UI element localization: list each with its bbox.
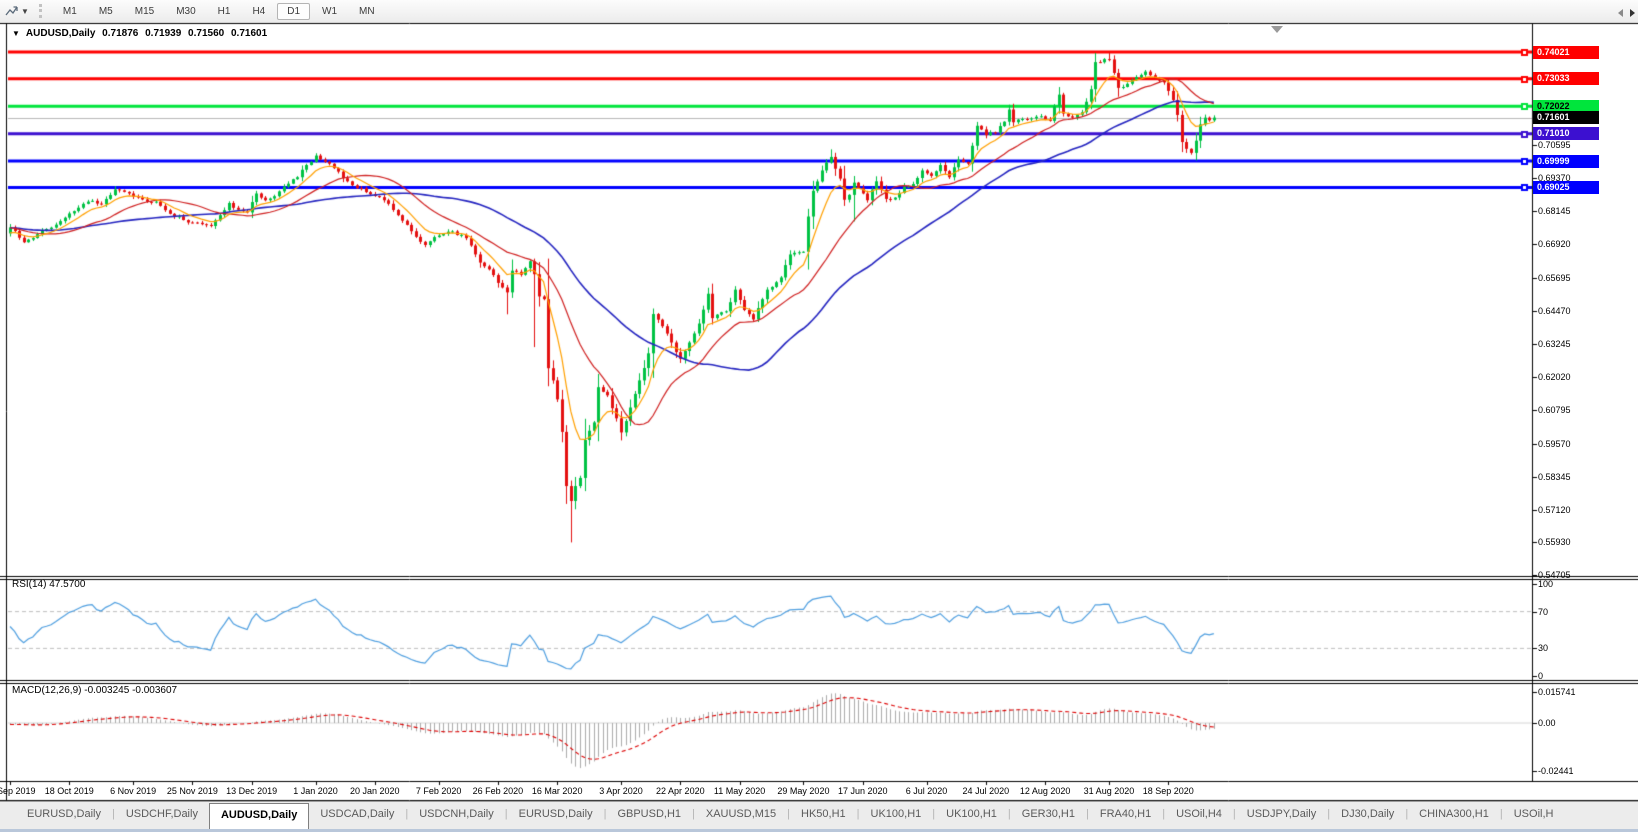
chart-tab-usdchf-daily[interactable]: USDCHF,Daily [115, 802, 209, 830]
ohlc-open: 0.71876 [102, 28, 138, 39]
chart-title: ▼ AUDUSD,Daily 0.71876 0.71939 0.71560 0.… [12, 28, 271, 39]
chart-tab-audusd-daily[interactable]: AUDUSD,Daily [209, 803, 309, 830]
chevron-down-icon[interactable]: ▼ [21, 7, 29, 16]
x-axis-date-label: 11 May 2020 [714, 786, 765, 796]
x-axis-date-label: 25 Nov 2019 [167, 786, 218, 796]
x-axis-date-label: 6 Jul 2020 [906, 786, 948, 796]
rsi-axis-label: 100 [1538, 579, 1553, 589]
rsi-axis-label: 30 [1538, 643, 1548, 653]
y-axis-label: 0.63245 [1538, 339, 1571, 349]
ohlc-close: 0.71601 [231, 28, 267, 39]
chart-tab-uk100-h1[interactable]: UK100,H1 [935, 802, 1008, 830]
chart-shift-marker[interactable] [1271, 26, 1283, 33]
hline-price-tag: 0.73033 [1533, 72, 1599, 85]
x-axis-date-label: 17 Jun 2020 [838, 786, 888, 796]
tab-scroll-left-icon[interactable] [1618, 9, 1623, 17]
chart-tab-usdcad-daily[interactable]: USDCAD,Daily [309, 802, 405, 830]
x-axis-date-label: 26 Feb 2020 [473, 786, 524, 796]
x-axis-date-label: 16 Mar 2020 [532, 786, 583, 796]
chart-symbol: AUDUSD,Daily [26, 28, 95, 39]
x-axis-date-label: 24 Jul 2020 [963, 786, 1010, 796]
trading-terminal: { "toolbar": { "timeframes": [ {"label":… [0, 0, 1638, 832]
hline-price-tag: 0.71010 [1533, 127, 1599, 140]
chart-tab-eurusd-daily[interactable]: EURUSD,Daily [16, 802, 112, 830]
timeframe-button-mn[interactable]: MN [349, 3, 385, 20]
chart-tab-eurusd-daily[interactable]: EURUSD,Daily [508, 802, 604, 830]
current-price-tag: 0.71601 [1533, 111, 1599, 124]
rsi-axis-label: 70 [1538, 607, 1548, 617]
macd-axis-label: -0.02441 [1538, 766, 1574, 776]
x-axis-date-label: 29 May 2020 [777, 786, 829, 796]
timeframe-button-h1[interactable]: H1 [208, 3, 241, 20]
timeframe-button-m1[interactable]: M1 [53, 3, 87, 20]
x-axis-date-label: 30 Sep 2019 [0, 786, 36, 796]
chart-tab-hk50-h1[interactable]: HK50,H1 [790, 802, 857, 830]
timeframe-toolbar: ▼ M1M5M15M30H1H4D1W1MN [0, 0, 1638, 23]
hline-price-tag: 0.69025 [1533, 181, 1599, 194]
y-axis-label: 0.70595 [1538, 140, 1571, 150]
x-axis-date-label: 13 Dec 2019 [226, 786, 277, 796]
x-axis-date-label: 18 Sep 2020 [1143, 786, 1194, 796]
y-axis-label: 0.62020 [1538, 372, 1571, 382]
x-axis-date-label: 22 Apr 2020 [656, 786, 705, 796]
chart-tab-china300-h1[interactable]: CHINA300,H1 [1408, 802, 1500, 830]
x-axis-date-label: 18 Oct 2019 [45, 786, 94, 796]
rsi-axis-label: 0 [1538, 671, 1543, 681]
hline-price-tag: 0.74021 [1533, 46, 1599, 59]
rsi-indicator-label: RSI(14) 47.5700 [12, 579, 85, 590]
y-axis-label: 0.65695 [1538, 273, 1571, 283]
y-axis-label: 0.68145 [1538, 206, 1571, 216]
y-axis-label: 0.57120 [1538, 505, 1571, 515]
x-axis-date-label: 7 Feb 2020 [416, 786, 462, 796]
chart-tab-uk100-h1[interactable]: UK100,H1 [860, 802, 933, 830]
x-axis-date-label: 6 Nov 2019 [110, 786, 156, 796]
chart-tab-usoil-h[interactable]: USOil,H [1503, 802, 1565, 830]
x-axis-date-label: 31 Aug 2020 [1084, 786, 1135, 796]
timeframe-button-m15[interactable]: M15 [125, 3, 164, 20]
timeframe-button-m30[interactable]: M30 [166, 3, 205, 20]
y-axis-label: 0.64470 [1538, 306, 1571, 316]
timeframe-button-w1[interactable]: W1 [312, 3, 347, 20]
x-axis-date-label: 12 Aug 2020 [1020, 786, 1071, 796]
ohlc-high: 0.71939 [145, 28, 181, 39]
chart-tab-usdcnh-daily[interactable]: USDCNH,Daily [408, 802, 505, 830]
macd-indicator-label: MACD(12,26,9) -0.003245 -0.003607 [12, 685, 177, 696]
x-axis-date-label: 20 Jan 2020 [350, 786, 400, 796]
y-axis-label: 0.59570 [1538, 439, 1571, 449]
x-axis-date-label: 1 Jan 2020 [293, 786, 338, 796]
y-axis-label: 0.66920 [1538, 239, 1571, 249]
y-axis-label: 0.60795 [1538, 405, 1571, 415]
timeframe-button-h4[interactable]: H4 [242, 3, 275, 20]
tab-scroll-right-icon[interactable] [1630, 9, 1635, 17]
y-axis-label: 0.55930 [1538, 537, 1571, 547]
chart-tab-ger30-h1[interactable]: GER30,H1 [1011, 802, 1086, 830]
macd-axis-label: 0.00 [1538, 718, 1556, 728]
chart-tab-gbpusd-h1[interactable]: GBPUSD,H1 [606, 802, 692, 830]
chart-tabs: EURUSD,Daily|USDCHF,DailyAUDUSD,DailyUSD… [16, 802, 1564, 830]
chart-tab-dj30-daily[interactable]: DJ30,Daily [1330, 802, 1405, 830]
macd-axis-label: 0.015741 [1538, 687, 1576, 697]
chart-collapse-icon[interactable]: ▼ [12, 29, 20, 38]
chart-tab-fra40-h1[interactable]: FRA40,H1 [1089, 802, 1162, 830]
hline-price-tag: 0.69999 [1533, 155, 1599, 168]
price-chart-canvas[interactable] [0, 0, 1638, 832]
y-axis-label: 0.58345 [1538, 472, 1571, 482]
price-line-arrow-icon[interactable] [4, 4, 19, 19]
chart-tab-usoil-h4[interactable]: USOil,H4 [1165, 802, 1233, 830]
chart-tab-usdjpy-daily[interactable]: USDJPY,Daily [1236, 802, 1328, 830]
ohlc-low: 0.71560 [188, 28, 224, 39]
chart-tab-xauusd-m15[interactable]: XAUUSD,M15 [695, 802, 787, 830]
timeframe-button-d1[interactable]: D1 [277, 3, 310, 20]
x-axis-date-label: 3 Apr 2020 [599, 786, 643, 796]
toolbar-grip [39, 4, 42, 18]
chart-tab-bar: EURUSD,Daily|USDCHF,DailyAUDUSD,DailyUSD… [0, 801, 1638, 830]
tab-scroll-arrows [1618, 9, 1635, 17]
timeframe-buttons: M1M5M15M30H1H4D1W1MN [52, 3, 386, 20]
timeframe-button-m5[interactable]: M5 [89, 3, 123, 20]
